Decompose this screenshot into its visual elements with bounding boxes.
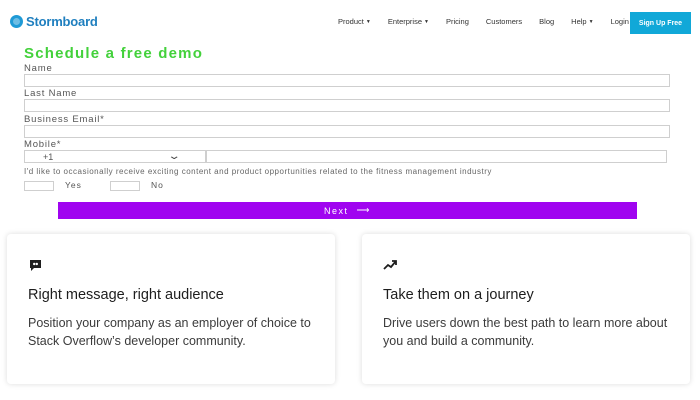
last-name-input[interactable] (24, 99, 670, 112)
nav-link-label: Help (571, 17, 587, 26)
nav-link-label: Pricing (445, 17, 469, 26)
name-input[interactable] (24, 74, 670, 87)
nav-link-blog[interactable]: Blog (539, 17, 554, 26)
caret-down-icon: ▼ (588, 19, 594, 25)
no-label: No (151, 180, 164, 190)
nav-links: Product ▼ Enterprise ▼ Pricing Customers B… (338, 17, 656, 26)
card-title: Right message, right audience (28, 287, 224, 303)
last-name-label: Last Name (24, 88, 78, 99)
next-label: Next (324, 205, 349, 216)
card-title: Take them on a journey (383, 287, 534, 303)
nav-link-customers[interactable]: Customers (486, 17, 522, 26)
chevron-down-icon: ⌄ (167, 151, 181, 162)
country-code-value: +1 (43, 152, 54, 162)
nav-link-help[interactable]: Help ▼ (571, 17, 593, 26)
logo[interactable]: Stormboard (10, 14, 98, 29)
feature-card: Right message, right audience Position y… (7, 234, 335, 384)
form-title: Schedule a free demo (24, 45, 204, 62)
nav-link-label: Enterprise (387, 17, 422, 26)
top-nav: Stormboard Product ▼ Enterprise ▼ Pricing … (0, 0, 700, 44)
quote-bubble-icon (28, 258, 42, 272)
name-label: Name (24, 63, 53, 74)
arrow-right-icon: ⟶ (356, 205, 371, 215)
business-email-label: Business Email* (24, 114, 105, 125)
logo-text: Stormboard (26, 14, 98, 29)
nav-link-enterprise[interactable]: Enterprise ▼ (388, 17, 429, 26)
phone-number-input[interactable] (206, 150, 667, 163)
nav-link-label: Product (338, 17, 364, 26)
stormboard-logo-icon (10, 15, 23, 28)
sign-up-button[interactable]: Sign Up Free (630, 12, 691, 34)
mobile-label: Mobile* (24, 139, 62, 150)
consent-text: I'd like to occasionally receive excitin… (24, 167, 492, 176)
card-body: Position your company as an employer of … (28, 316, 311, 348)
business-email-input[interactable] (24, 125, 670, 138)
nav-link-label: Customers (485, 17, 523, 26)
nav-link-pricing[interactable]: Pricing (446, 17, 469, 26)
caret-down-icon: ▼ (424, 19, 429, 25)
caret-down-icon: ▼ (365, 19, 371, 25)
nav-link-label: Blog (539, 17, 555, 26)
no-radio[interactable] (110, 181, 140, 191)
trending-up-icon (383, 258, 397, 272)
yes-radio[interactable] (24, 181, 54, 191)
next-button[interactable]: Next ⟶ (58, 202, 637, 219)
feature-card: Take them on a journey Drive users down … (362, 234, 690, 384)
nav-link-product[interactable]: Product ▼ (338, 17, 371, 26)
yes-label: Yes (65, 180, 82, 190)
card-body: Drive users down the best path to learn … (383, 316, 668, 348)
